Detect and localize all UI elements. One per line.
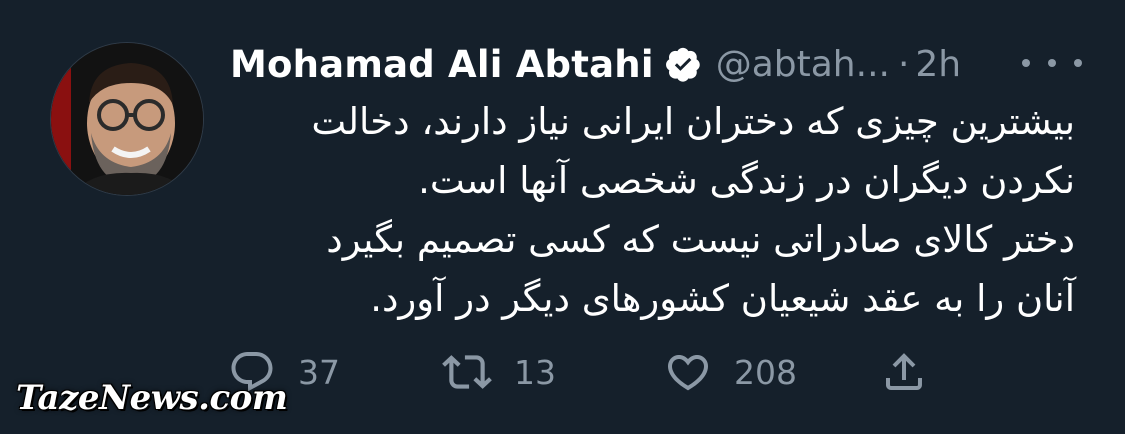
- share-button[interactable]: [880, 346, 928, 398]
- author-name[interactable]: Mohamad Ali Abtahi: [230, 43, 654, 86]
- tweet-text: بیشترین چیزی که دختران ایرانی نیاز دارند…: [230, 92, 1075, 328]
- retweet-count: 13: [514, 352, 556, 392]
- like-count: 208: [734, 352, 797, 392]
- verified-badge-icon: [665, 46, 702, 82]
- heart-icon: [664, 348, 712, 396]
- separator-dot: ·: [897, 43, 910, 85]
- tweet-header: Mohamad Ali Abtahi @abtah... · 2h: [230, 38, 1090, 90]
- tweet-line: بیشترین چیزی که دختران ایرانی نیاز دارند…: [311, 100, 1075, 143]
- tweet-actions: 37 13 208: [228, 346, 948, 398]
- tweet-line: نکردن دیگران در زندگی شخصی آنها است.: [418, 159, 1075, 202]
- like-button[interactable]: 208: [664, 346, 797, 398]
- author-handle[interactable]: @abtah...: [716, 44, 890, 85]
- more-dot: [1074, 59, 1082, 67]
- tweet-timestamp[interactable]: 2h: [915, 44, 961, 85]
- retweet-icon: [442, 347, 492, 397]
- watermark-text: TazeNews.com: [16, 378, 288, 418]
- reply-count: 37: [298, 352, 340, 392]
- share-icon: [880, 348, 928, 396]
- tweet-line: آنان را به عقد شیعیان کشورهای دیگر در آو…: [370, 277, 1075, 320]
- retweet-button[interactable]: 13: [442, 346, 556, 398]
- tweet-line: دختر کالای صادراتی نیست که کسی تصمیم بگی…: [326, 218, 1075, 261]
- more-dot: [1022, 59, 1030, 67]
- more-horizontal-icon[interactable]: [1022, 48, 1082, 78]
- avatar[interactable]: [50, 42, 204, 196]
- more-dot: [1048, 59, 1056, 67]
